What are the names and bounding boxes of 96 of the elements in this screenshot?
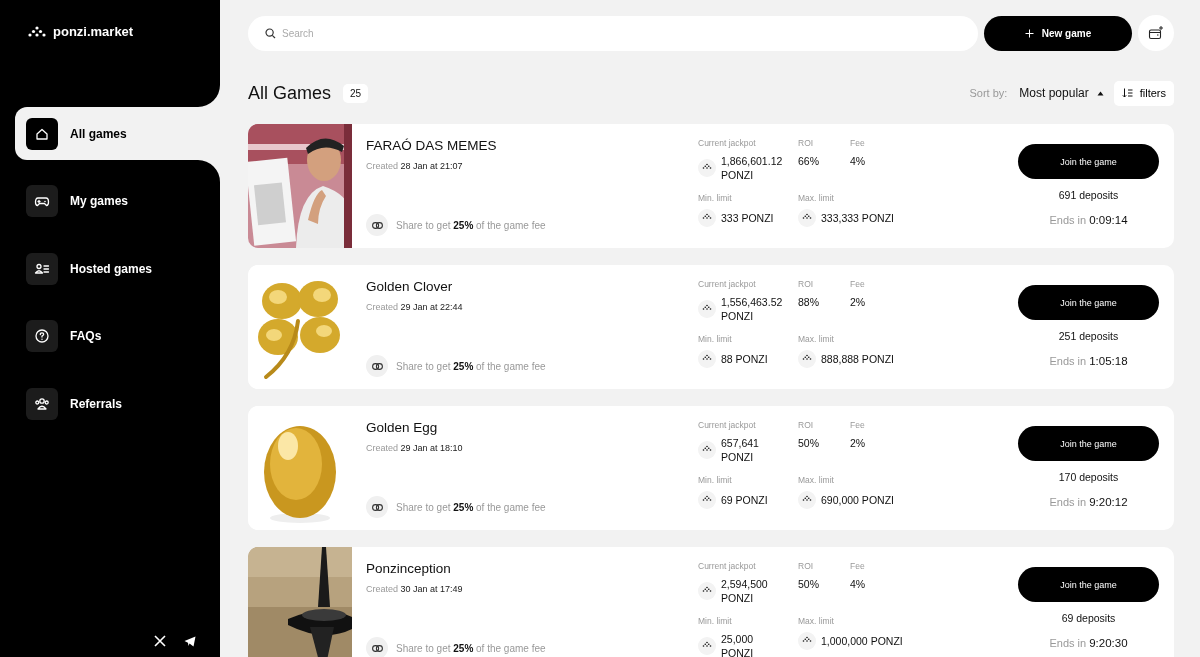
- end-timer: Ends in 9:20:30: [1049, 637, 1128, 649]
- stat-label: Current jackpot: [698, 138, 757, 148]
- join-button[interactable]: Join the game: [1018, 567, 1159, 602]
- share-link-button[interactable]: [366, 355, 388, 377]
- join-button[interactable]: Join the game: [1018, 144, 1159, 179]
- stat-value: 333,333 PONZI: [821, 211, 894, 225]
- stat-label: ROI: [798, 561, 815, 571]
- stat-value: 2%: [850, 436, 867, 450]
- page-title: All Games: [248, 82, 332, 104]
- stat-label: ROI: [798, 420, 815, 430]
- wallet-button[interactable]: [1138, 15, 1174, 51]
- stat-label: Min. limit: [698, 334, 733, 344]
- join-button[interactable]: Join the game: [1018, 285, 1159, 320]
- share-text: Share to get 25% of the game fee: [396, 642, 546, 654]
- stat-value: 333 PONZI: [721, 211, 774, 225]
- nav-item[interactable]: My games: [15, 174, 220, 228]
- share-text: Share to get 25% of the game fee: [396, 501, 546, 513]
- share-text: Share to get 25% of the game fee: [396, 219, 546, 231]
- stat-value: 88%: [798, 295, 820, 309]
- stat-value: 1,866,601.12 PONZI: [721, 154, 784, 182]
- new-game-button[interactable]: New game: [984, 15, 1132, 51]
- stat-value: 2%: [850, 295, 867, 309]
- deposit-count: 251 deposits: [1058, 330, 1119, 342]
- join-button[interactable]: Join the game: [1018, 426, 1159, 461]
- stat-label: Min. limit: [698, 475, 733, 485]
- stat-label: Fee: [850, 561, 866, 571]
- stat-value: 50%: [798, 436, 820, 450]
- stat-value: 2,594,500 PONZI: [721, 577, 769, 605]
- stat-value: 69 PONZI: [721, 493, 768, 507]
- stat-label: ROI: [798, 138, 815, 148]
- game-name: Ponzinception: [366, 561, 452, 576]
- link-icon: [371, 221, 383, 229]
- nav-item[interactable]: FAQs: [15, 309, 220, 363]
- nav-item[interactable]: Referrals: [15, 377, 220, 430]
- caret-icon: [1096, 90, 1104, 96]
- share-link-button[interactable]: [366, 637, 388, 657]
- sort-dropdown[interactable]: Most popular: [1019, 86, 1104, 100]
- link-icon: [371, 362, 383, 370]
- count-badge: 25: [343, 83, 369, 103]
- end-timer: Ends in 9:20:12: [1049, 496, 1128, 508]
- stat-label: Fee: [850, 279, 866, 289]
- stat-label: Max. limit: [798, 334, 835, 344]
- end-timer: Ends in 0:09:14: [1049, 214, 1128, 226]
- telegram-icon: [184, 635, 196, 647]
- sort-icon: [1121, 88, 1133, 98]
- deposit-count: 69 deposits: [1061, 612, 1116, 624]
- created-date: Created 29 Jan at 22:44: [366, 302, 464, 312]
- plus-icon: [1024, 28, 1034, 38]
- stat-label: Current jackpot: [698, 561, 757, 571]
- nav-item[interactable]: All games: [15, 107, 220, 160]
- created-date: Created 29 Jan at 18:10: [366, 443, 464, 453]
- logo-text: ponzi.market: [53, 24, 134, 39]
- share-link-button[interactable]: [366, 496, 388, 518]
- stat-value: 1,556,463.52 PONZI: [721, 295, 784, 323]
- stat-label: Min. limit: [698, 193, 733, 203]
- filters-button[interactable]: filters: [1113, 80, 1174, 106]
- share-link-button[interactable]: [366, 214, 388, 236]
- stat-value: 888,888 PONZI: [821, 352, 894, 366]
- stat-label: Current jackpot: [698, 420, 757, 430]
- stat-value: 25,000 PONZI: [721, 632, 755, 657]
- share-text: Share to get 25% of the game fee: [396, 360, 546, 372]
- logo-icon: [27, 24, 47, 38]
- created-date: Created 30 Jan at 17:49: [366, 584, 464, 594]
- nav-item[interactable]: Hosted games: [15, 242, 220, 295]
- search-field[interactable]: Search: [248, 15, 978, 51]
- game-name: FARAÓ DAS MEMES: [366, 138, 498, 153]
- wallet-plus-icon: [1148, 25, 1164, 41]
- stat-value: 50%: [798, 577, 820, 591]
- stat-label: Fee: [850, 138, 866, 148]
- stat-value: 690,000 PONZI: [821, 493, 894, 507]
- stat-label: Min. limit: [698, 616, 733, 626]
- deposit-count: 691 deposits: [1058, 189, 1119, 201]
- stat-label: Max. limit: [798, 193, 835, 203]
- stat-value: 1,000,000 PONZI: [821, 634, 903, 648]
- game-name: Golden Egg: [366, 420, 439, 435]
- sort-label: Sort by:: [969, 87, 1008, 99]
- end-timer: Ends in 1:05:18: [1049, 355, 1128, 367]
- stat-value: 4%: [850, 154, 867, 168]
- stat-label: Current jackpot: [698, 279, 757, 289]
- x-icon: [154, 635, 166, 647]
- stat-label: Max. limit: [798, 475, 835, 485]
- stat-value: 4%: [850, 577, 867, 591]
- stat-label: Max. limit: [798, 616, 835, 626]
- created-date: Created 28 Jan at 21:07: [366, 161, 464, 171]
- question-icon: [34, 328, 50, 344]
- link-icon: [371, 503, 383, 511]
- link-icon: [371, 644, 383, 652]
- search-icon: [265, 27, 276, 39]
- stat-value: 66%: [798, 154, 820, 168]
- users-icon: [34, 395, 50, 412]
- stat-value: 657,641 PONZI: [721, 436, 760, 464]
- deposit-count: 170 deposits: [1058, 471, 1119, 483]
- stat-label: ROI: [798, 279, 815, 289]
- stat-label: Fee: [850, 420, 866, 430]
- game-name: Golden Clover: [366, 279, 454, 294]
- stat-value: 88 PONZI: [721, 352, 768, 366]
